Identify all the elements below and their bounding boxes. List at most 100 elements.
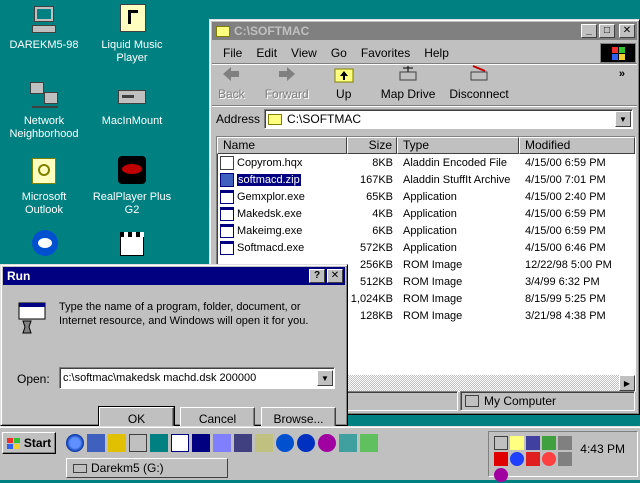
clock[interactable]: 4:43 PM bbox=[580, 442, 625, 456]
menu-edit[interactable]: Edit bbox=[249, 44, 284, 62]
menu-go[interactable]: Go bbox=[324, 44, 354, 62]
file-row[interactable]: softmacd.zip 167KB Aladdin StuffIt Archive… bbox=[217, 171, 635, 188]
desktop-icon-liquid-music-player[interactable]: Liquid Music Player bbox=[90, 4, 174, 65]
address-input[interactable]: C:\SOFTMAC ▼ bbox=[264, 109, 633, 129]
search-icon[interactable] bbox=[297, 434, 315, 452]
windows-logo-icon bbox=[600, 42, 636, 63]
file-modified-cell: 4/15/00 6:59 PM bbox=[525, 156, 606, 169]
tray-monitor-icon[interactable] bbox=[526, 436, 540, 450]
desktop-icon-network-neighborhood[interactable]: Network Neighborhood bbox=[2, 80, 86, 141]
file-icon bbox=[220, 172, 234, 187]
run-dialog[interactable]: Run ? ✕ Type the name of a program, fold… bbox=[0, 264, 348, 431]
tray-volume-icon[interactable] bbox=[558, 452, 572, 466]
desktop-icon-movie-clip[interactable] bbox=[90, 230, 174, 265]
file-row[interactable]: Copyrom.hqx 8KB Aladdin Encoded File 4/15/0… bbox=[217, 154, 635, 171]
menu-favorites[interactable]: Favorites bbox=[354, 44, 417, 62]
command-input[interactable]: c:\softmac\makedsk machd.dsk 200000 ▼ bbox=[59, 367, 335, 389]
help-icon[interactable] bbox=[150, 434, 168, 452]
desktop-icon-label: Network Neighborhood bbox=[9, 115, 79, 140]
help-button[interactable]: ? bbox=[309, 269, 325, 283]
file-row[interactable]: Gemxplor.exe 65KB Application 4/15/00 2:40 … bbox=[217, 188, 635, 205]
file-name: Makeimg.exe bbox=[237, 224, 303, 237]
file-modified-cell: 3/21/98 4:38 PM bbox=[525, 309, 606, 322]
tray-ie-icon[interactable] bbox=[510, 452, 524, 466]
file-size-cell: 256KB bbox=[359, 258, 393, 271]
file-size-cell: 572KB bbox=[359, 241, 393, 254]
tray-ati-icon[interactable] bbox=[526, 452, 540, 466]
explorer-titlebar[interactable]: C:\SOFTMAC _ □ ✕ bbox=[212, 22, 637, 40]
tray-device-icon[interactable] bbox=[542, 436, 556, 450]
file-name-cell: Copyrom.hqx bbox=[217, 155, 347, 170]
tray-network-icon[interactable] bbox=[494, 436, 508, 450]
column-header-name[interactable]: Name bbox=[217, 137, 347, 154]
disconnect-button[interactable]: Disconnect bbox=[449, 64, 509, 101]
taskbar: Start Darekm5 (G:) 4:43 PM bbox=[0, 426, 640, 482]
toolbar-overflow-icon[interactable]: » bbox=[619, 68, 625, 80]
desktop-icon-label: RealPlayer Plus G2 bbox=[92, 191, 172, 216]
close-button[interactable]: ✕ bbox=[327, 269, 343, 283]
minimize-button[interactable]: _ bbox=[581, 24, 597, 38]
file-modified-cell: 12/22/98 5:00 PM bbox=[525, 258, 612, 271]
folder-icon bbox=[216, 25, 230, 37]
maximize-button[interactable]: □ bbox=[599, 24, 615, 38]
file-icon bbox=[220, 240, 234, 255]
tray-antivirus-icon[interactable] bbox=[542, 452, 556, 466]
file-name: Gemxplor.exe bbox=[237, 190, 305, 203]
file-name: Makedsk.exe bbox=[237, 207, 302, 220]
image-viewer-icon[interactable] bbox=[360, 434, 378, 452]
column-header-modified[interactable]: Modified bbox=[519, 137, 635, 154]
desktop-icon-realplayer[interactable]: RealPlayer Plus G2 bbox=[90, 156, 174, 217]
map-drive-button[interactable]: Map Drive bbox=[381, 64, 435, 101]
forward-button[interactable]: Forward bbox=[265, 64, 309, 101]
command-dropdown-button[interactable]: ▼ bbox=[317, 370, 333, 386]
address-dropdown-button[interactable]: ▼ bbox=[615, 111, 631, 127]
column-header-type[interactable]: Type bbox=[397, 137, 519, 154]
view-channels-icon[interactable] bbox=[192, 434, 210, 452]
column-header-size[interactable]: Size bbox=[347, 137, 397, 154]
desktop-icon-internet-explorer[interactable] bbox=[2, 230, 86, 265]
clock-app-icon[interactable] bbox=[255, 434, 273, 452]
taskbar-button-darekm5[interactable]: Darekm5 (G:) bbox=[66, 458, 228, 478]
file-size-cell: 6KB bbox=[372, 224, 393, 237]
desktop-icon-microsoft-outlook[interactable]: Microsoft Outlook bbox=[2, 156, 86, 217]
file-row[interactable]: Makedsk.exe 4KB Application 4/15/00 6:59 PM bbox=[217, 205, 635, 222]
run-program-icon bbox=[15, 301, 49, 335]
computer-icon bbox=[28, 4, 60, 36]
back-button[interactable]: Back bbox=[218, 64, 245, 101]
tray-red-icon[interactable] bbox=[494, 452, 508, 466]
scroll-right-button[interactable]: ▶ bbox=[619, 375, 635, 391]
address-label: Address bbox=[216, 112, 261, 126]
status-panel-zone: My Computer bbox=[460, 391, 635, 411]
file-row[interactable]: Softmacd.exe 572KB Application 4/15/00 6:46… bbox=[217, 239, 635, 256]
run-titlebar[interactable]: Run ? ✕ bbox=[3, 267, 345, 285]
desktop-icon-darekm5[interactable]: DAREKM5-98 bbox=[2, 4, 86, 52]
ie-secondary-icon[interactable] bbox=[276, 434, 294, 452]
menu-view[interactable]: View bbox=[284, 44, 324, 62]
outlook-express-icon[interactable] bbox=[87, 434, 105, 452]
tray-scheduler-icon[interactable] bbox=[510, 436, 524, 450]
column-headers: Name Size Type Modified bbox=[217, 137, 635, 154]
edit-icon[interactable] bbox=[129, 434, 147, 452]
media-icon[interactable] bbox=[318, 434, 336, 452]
file-icon bbox=[220, 206, 234, 221]
file-type-cell: Application bbox=[403, 241, 457, 254]
taskbar-button-label: Darekm5 (G:) bbox=[91, 461, 164, 475]
tools-icon[interactable] bbox=[234, 434, 252, 452]
file-type-cell: ROM Image bbox=[403, 258, 463, 271]
address-value: C:\SOFTMAC bbox=[287, 112, 362, 126]
internet-explorer-icon[interactable] bbox=[66, 434, 84, 452]
start-button[interactable]: Start bbox=[2, 432, 56, 454]
close-button[interactable]: ✕ bbox=[619, 24, 635, 38]
channels-icon[interactable] bbox=[108, 434, 126, 452]
menu-file[interactable]: File bbox=[216, 44, 249, 62]
pattern-icon[interactable] bbox=[213, 434, 231, 452]
up-button[interactable]: Up bbox=[333, 64, 355, 101]
tray-plug-icon[interactable] bbox=[558, 436, 572, 450]
desktop-icon-macinmount[interactable]: MacInMount bbox=[90, 80, 174, 128]
desktop-icon[interactable] bbox=[171, 434, 189, 452]
menu-help[interactable]: Help bbox=[417, 44, 456, 62]
network-app-icon[interactable] bbox=[339, 434, 357, 452]
realplayer-icon bbox=[116, 156, 148, 188]
file-row[interactable]: Makeimg.exe 6KB Application 4/15/00 6:59 PM bbox=[217, 222, 635, 239]
desktop-icon-label: DAREKM5-98 bbox=[9, 39, 79, 51]
